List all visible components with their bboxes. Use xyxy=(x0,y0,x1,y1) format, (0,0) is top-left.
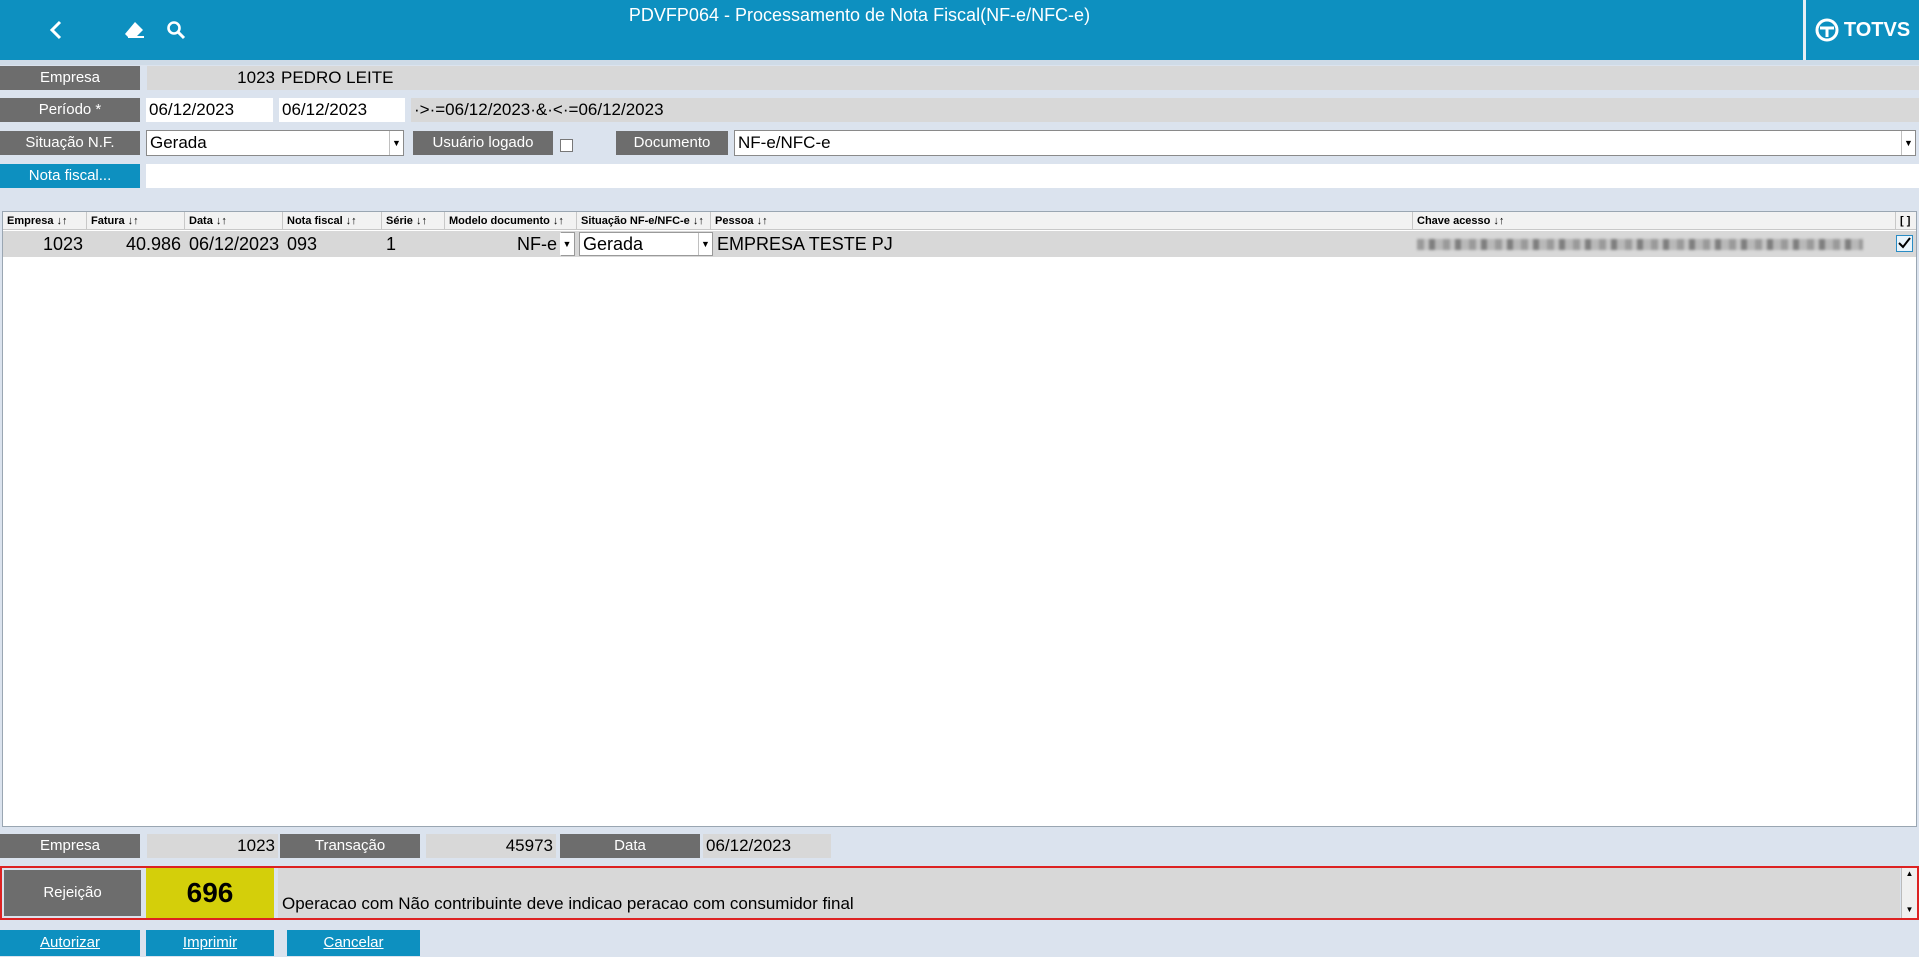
transacao-label: Transação xyxy=(280,834,420,858)
dropdown-arrow-icon[interactable]: ▼ xyxy=(698,233,712,255)
periodo-start-input[interactable]: 06/12/2023 xyxy=(146,98,273,122)
col-chave-acesso-header[interactable]: Chave acesso ↓↑ xyxy=(1413,212,1896,230)
periodo-expression: ·>·=06/12/2023·&·<·=06/12/2023 xyxy=(411,98,1919,122)
periodo-label: Período * xyxy=(0,98,140,122)
logo-text: TOTVS xyxy=(1843,18,1911,41)
checkmark-icon xyxy=(1898,237,1911,249)
cell-modelo: NF-e xyxy=(517,234,557,254)
situacao-label: Situação N.F. xyxy=(0,131,140,155)
col-empresa-header[interactable]: Empresa ↓↑ xyxy=(3,212,87,230)
dropdown-arrow-icon[interactable]: ▼ xyxy=(389,131,403,155)
imprimir-button[interactable]: Imprimir xyxy=(146,930,274,956)
col-pessoa-header[interactable]: Pessoa ↓↑ xyxy=(711,212,1413,230)
situacao-select-value: Gerada xyxy=(150,133,207,152)
nota-fiscal-input[interactable] xyxy=(146,164,1919,188)
title-bar: PDVFP064 - Processamento de Nota Fiscal(… xyxy=(0,0,1919,60)
periodo-end-input[interactable]: 06/12/2023 xyxy=(279,98,405,122)
row-select-checkbox[interactable] xyxy=(1896,235,1913,252)
col-select-all-header[interactable]: [ ] xyxy=(1896,212,1916,230)
footer-empresa-label: Empresa xyxy=(0,834,140,858)
dropdown-arrow-icon[interactable]: ▼ xyxy=(1901,131,1915,155)
situacao-cell-value: Gerada xyxy=(583,234,644,254)
eraser-icon[interactable] xyxy=(121,16,147,44)
usuario-logado-checkbox[interactable] xyxy=(560,139,573,152)
situacao-cell-select[interactable]: Gerada ▼ xyxy=(579,232,713,256)
cancelar-button[interactable]: Cancelar xyxy=(287,930,420,956)
col-fatura-header[interactable]: Fatura ↓↑ xyxy=(87,212,185,230)
footer-data-value: 06/12/2023 xyxy=(703,834,831,858)
cell-data: 06/12/2023 xyxy=(189,234,280,254)
cell-serie: 1 xyxy=(386,234,397,254)
documento-label: Documento xyxy=(616,131,728,155)
dropdown-arrow-icon[interactable]: ▼ xyxy=(560,233,574,255)
autorizar-button[interactable]: Autorizar xyxy=(0,930,140,956)
grid-header: Empresa ↓↑ Fatura ↓↑ Data ↓↑ Nota fiscal… xyxy=(3,212,1916,230)
modelo-dropdown[interactable]: ▼ xyxy=(560,232,575,256)
empresa-name: PEDRO LEITE xyxy=(278,66,1919,90)
footer-empresa-value: 1023 xyxy=(147,834,278,858)
col-data-header[interactable]: Data ↓↑ xyxy=(185,212,283,230)
documento-select-value: NF-e/NFC-e xyxy=(738,133,831,152)
scroll-up-icon[interactable]: ▲ xyxy=(1902,868,1917,880)
transacao-value: 45973 xyxy=(426,834,556,858)
cell-empresa: 1023 xyxy=(42,234,83,254)
table-row[interactable]: 1023 40.986 06/12/2023 093 1 NF-e ▼ Gera… xyxy=(3,231,1916,257)
totvs-logo-icon xyxy=(1815,18,1839,42)
search-icon[interactable] xyxy=(163,16,189,44)
rejeicao-label: Rejeição xyxy=(4,870,141,916)
cell-chave-acesso-redacted xyxy=(1417,239,1863,250)
documento-select[interactable]: NF-e/NFC-e ▼ xyxy=(734,130,1916,156)
col-nota-fiscal-header[interactable]: Nota fiscal ↓↑ xyxy=(283,212,382,230)
rejection-message: Operacao com Não contribuinte deve indic… xyxy=(278,868,1900,918)
rejection-code: 696 xyxy=(146,868,274,918)
totvs-logo: TOTVS xyxy=(1803,0,1919,60)
chevron-left-icon[interactable] xyxy=(44,16,68,44)
usuario-logado-label: Usuário logado xyxy=(413,131,553,155)
cell-fatura: 40.986 xyxy=(125,234,181,254)
rejection-scrollbar[interactable]: ▲ ▼ xyxy=(1901,868,1917,918)
empresa-code: 1023 xyxy=(147,66,278,90)
col-situacao-header[interactable]: Situação NF-e/NFC-e ↓↑ xyxy=(577,212,711,230)
cell-pessoa: EMPRESA TESTE PJ xyxy=(717,234,893,254)
col-modelo-header[interactable]: Modelo documento ↓↑ xyxy=(445,212,577,230)
scroll-down-icon[interactable]: ▼ xyxy=(1902,904,1917,916)
situacao-select[interactable]: Gerada ▼ xyxy=(146,130,404,156)
header-divider xyxy=(0,60,1919,65)
cell-nota-fiscal: 093 xyxy=(287,234,318,254)
footer-data-label: Data xyxy=(560,834,700,858)
nota-fiscal-lookup-button[interactable]: Nota fiscal... xyxy=(0,164,140,188)
window-title: PDVFP064 - Processamento de Nota Fiscal(… xyxy=(628,5,1091,25)
rejection-panel: Rejeição 696 Operacao com Não contribuin… xyxy=(0,866,1919,920)
col-serie-header[interactable]: Série ↓↑ xyxy=(382,212,445,230)
empresa-label: Empresa xyxy=(0,66,140,90)
invoice-grid: Empresa ↓↑ Fatura ↓↑ Data ↓↑ Nota fiscal… xyxy=(2,211,1917,827)
